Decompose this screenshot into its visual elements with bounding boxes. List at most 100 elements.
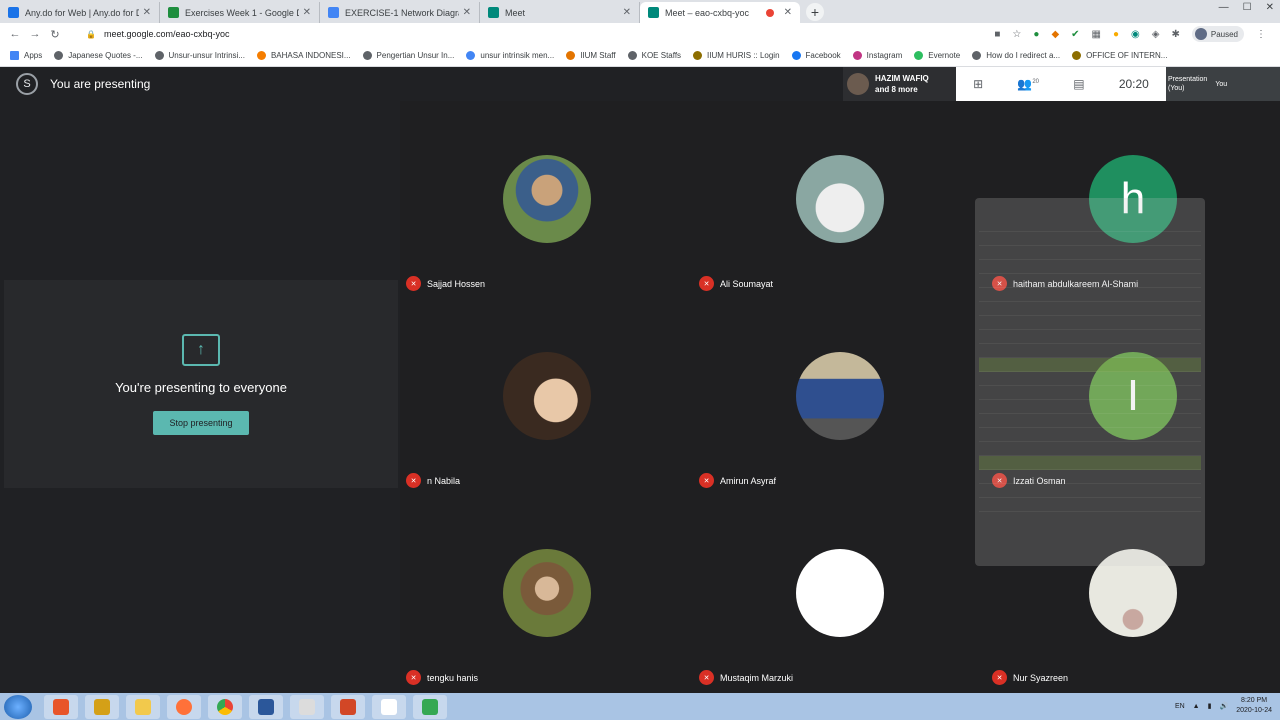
extension-icon[interactable]: ▦ (1092, 29, 1101, 40)
participant-tile[interactable]: ✕ tengku hanis (400, 495, 693, 692)
maximize-icon[interactable]: ☐ (1243, 2, 1252, 13)
muted-mic-icon: ✕ (699, 670, 714, 685)
bookmark-item[interactable]: Evernote (914, 51, 960, 60)
list-item (979, 442, 1201, 456)
taskbar-app[interactable] (167, 694, 201, 719)
participant-tile[interactable]: ✕ n Nabila (400, 298, 693, 495)
bookmark-item[interactable]: unsur intrinsik men... (466, 51, 554, 60)
active-speaker[interactable]: HAZIM WAFIQ and 8 more (843, 67, 956, 101)
chat-icon[interactable]: ▤ (1073, 77, 1084, 91)
meet-controls-bar: ⊞ 👥20 ▤ 20:20 (956, 67, 1166, 101)
taskbar-app[interactable] (44, 694, 78, 719)
windows-taskbar: EN ▲ ▮ 🔊 8:20 PM 2020-10-24 (0, 693, 1280, 720)
start-button[interactable] (4, 694, 32, 719)
tray-arrow-icon[interactable]: ▲ (1193, 703, 1200, 710)
menu-icon[interactable]: ⋮ (1256, 29, 1266, 40)
tab-title: Any.do for Web | Any.do for Des (25, 7, 139, 18)
camera-icon[interactable]: ■ (994, 29, 1000, 40)
taskbar-app[interactable] (85, 694, 119, 719)
taskbar-app[interactable] (249, 694, 283, 719)
participant-tile[interactable]: ✕ Mustaqim Marzuki (693, 495, 986, 692)
taskbar-app[interactable] (126, 694, 160, 719)
participant-tile[interactable]: ✕ Sajjad Hossen (400, 101, 693, 298)
extension-icon[interactable]: ● (1033, 29, 1039, 40)
tab-meet[interactable]: Meet ✕ (480, 2, 640, 23)
tab-title: Exercises Week 1 - Google Drive (185, 7, 299, 18)
close-window-icon[interactable]: ✕ (1266, 2, 1274, 13)
bookmark-item[interactable]: Facebook (791, 51, 841, 60)
drive-favicon-icon (168, 7, 179, 18)
reload-icon[interactable]: ↻ (48, 28, 62, 41)
taskbar-app[interactable] (413, 694, 447, 719)
bookmark-item[interactable]: BAHASA INDONESI... (256, 51, 351, 60)
app-icon (53, 698, 69, 715)
close-tab-icon[interactable]: ✕ (143, 7, 151, 18)
list-item (979, 456, 1201, 470)
list-item (979, 400, 1201, 414)
bookmark-item[interactable]: OFFICE OF INTERN... (1072, 51, 1167, 60)
list-item (979, 414, 1201, 428)
participant-name: Ali Soumayat (720, 278, 774, 289)
tab-title: Meet (505, 7, 526, 18)
language-indicator[interactable]: EN (1175, 703, 1185, 710)
profile-button[interactable]: Paused (1191, 26, 1244, 42)
network-icon[interactable]: ▮ (1208, 702, 1212, 710)
globe-icon (54, 51, 64, 60)
taskbar-app[interactable] (208, 694, 242, 719)
minimize-icon[interactable]: — (1219, 2, 1229, 13)
presentation-thumbnail[interactable]: Presentation (You) You (1166, 67, 1280, 101)
close-tab-icon[interactable]: ✕ (623, 7, 631, 18)
bookmark-item[interactable]: Unsur-unsur Intrinsi... (154, 51, 245, 60)
app-icon (422, 698, 438, 715)
extension-icon[interactable]: ◉ (1131, 29, 1140, 40)
bookmark-apps[interactable]: Apps (10, 51, 42, 60)
participant-name: n Nabila (427, 475, 461, 486)
bookmark-item[interactable]: Japanese Quotes -... (54, 51, 143, 60)
bookmark-item[interactable]: How do I redirect a... (972, 51, 1060, 60)
tray-clock[interactable]: 8:20 PM 2020-10-24 (1236, 696, 1272, 716)
muted-mic-icon: ✕ (699, 276, 714, 291)
tab-anydo[interactable]: Any.do for Web | Any.do for Des ✕ (0, 2, 160, 23)
tab-google-drive[interactable]: Exercises Week 1 - Google Drive ✕ (160, 2, 320, 23)
muted-mic-icon: ✕ (406, 670, 421, 685)
stop-presenting-button[interactable]: Stop presenting (153, 410, 249, 435)
bookmark-item[interactable]: IIUM HURIS :: Login (693, 51, 780, 60)
extension-icon[interactable]: ◆ (1051, 29, 1059, 40)
taskbar-app[interactable] (372, 694, 406, 719)
bookmark-item[interactable]: Instagram (852, 51, 902, 60)
bookmark-item[interactable]: KOE Staffs (627, 51, 681, 60)
back-icon[interactable]: ← (8, 28, 22, 40)
close-tab-icon[interactable]: ✕ (784, 7, 792, 18)
taskbar-app[interactable] (331, 694, 365, 719)
extension-icon[interactable]: ● (1113, 29, 1119, 40)
grid-layout-icon[interactable]: ⊞ (973, 77, 983, 91)
muted-mic-icon: ✕ (406, 473, 421, 488)
tab-meet-active[interactable]: Meet – eao-cxbq-yoc ✕ (640, 2, 800, 23)
bookmark-item[interactable]: Pengertian Unsur In... (362, 51, 454, 60)
avatar (796, 549, 884, 637)
new-tab-button[interactable]: + (806, 3, 824, 21)
globe-icon (627, 51, 637, 60)
tab-title: EXERCISE-1 Network Diagram - (345, 7, 459, 18)
bookmark-item[interactable]: IIUM Staff (566, 51, 616, 60)
participant-tile[interactable]: ✕ Ali Soumayat (693, 101, 986, 298)
close-tab-icon[interactable]: ✕ (303, 7, 311, 18)
participant-name: Mustaqim Marzuki (720, 672, 794, 683)
app-icon (94, 698, 110, 715)
close-tab-icon[interactable]: ✕ (463, 7, 471, 18)
presenting-message: You're presenting to everyone (115, 379, 287, 395)
star-icon[interactable]: ☆ (1012, 29, 1021, 40)
extension-icon[interactable]: ✔ (1071, 29, 1079, 40)
participants-button[interactable]: 👥20 (1017, 77, 1039, 91)
list-item (979, 330, 1201, 344)
list-item (979, 386, 1201, 400)
taskbar-app[interactable] (290, 694, 324, 719)
meet-logo-icon: S (16, 73, 38, 95)
extension-icon[interactable]: ◈ (1152, 29, 1160, 40)
participant-tile[interactable]: ✕ Amirun Asyraf (693, 298, 986, 495)
puzzle-icon[interactable]: ✱ (1171, 29, 1179, 40)
address-bar[interactable]: 🔒 meet.google.com/eao-cxbq-yoc (76, 25, 994, 43)
tab-network-diagram[interactable]: EXERCISE-1 Network Diagram - ✕ (320, 2, 480, 23)
forward-icon[interactable]: → (28, 28, 42, 40)
volume-icon[interactable]: 🔊 (1219, 702, 1228, 710)
